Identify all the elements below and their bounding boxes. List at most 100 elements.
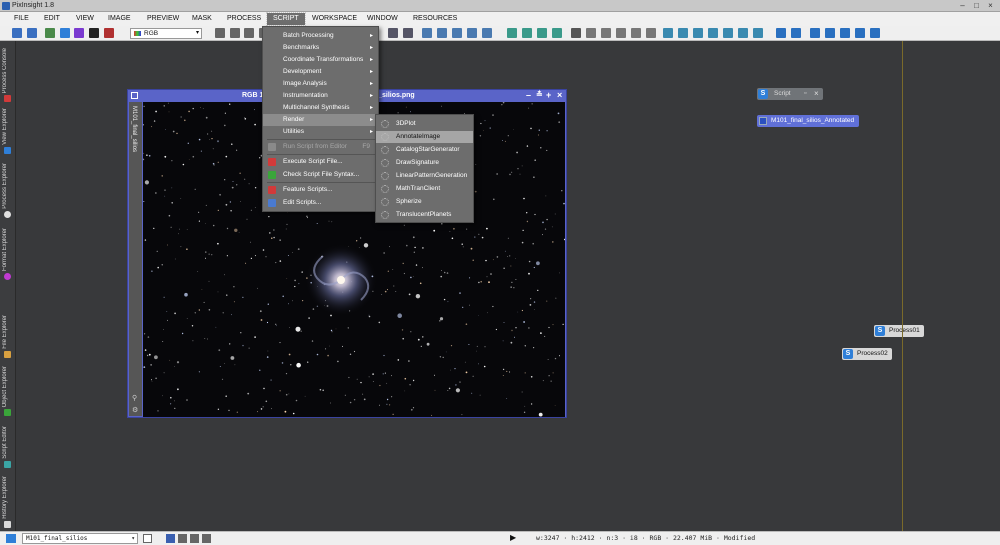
stf-bool-icon[interactable]	[646, 28, 656, 38]
readout-plot-icon[interactable]	[738, 28, 748, 38]
tab-file-explorer[interactable]: File Explorer	[0, 309, 16, 359]
window-menu-icon[interactable]	[131, 92, 138, 99]
menu-edit[interactable]: EDIT	[38, 13, 66, 25]
stf-auto-icon[interactable]	[586, 28, 596, 38]
mask-invert-icon[interactable]	[537, 28, 547, 38]
preview-delete-icon[interactable]	[482, 28, 492, 38]
workspace-4-icon[interactable]	[825, 28, 835, 38]
clone-image-icon[interactable]	[74, 28, 84, 38]
redo-icon[interactable]	[27, 28, 37, 38]
maximize-icon[interactable]: □	[972, 1, 981, 10]
new-preview-icon[interactable]	[422, 28, 432, 38]
menu-annotateimage[interactable]: AnnotateImage	[376, 131, 473, 143]
zoom-in-icon[interactable]	[388, 28, 398, 38]
script-window-icon[interactable]: S Script ▫ ×	[757, 88, 823, 100]
stf-reset-icon[interactable]	[616, 28, 626, 38]
stf-edit-icon[interactable]	[631, 28, 641, 38]
preview-select-icon[interactable]	[467, 28, 477, 38]
tab-object-explorer[interactable]: Object Explorer	[0, 361, 16, 417]
stf-link-icon[interactable]	[571, 28, 581, 38]
mode-2-icon[interactable]	[178, 534, 187, 543]
process02-icon[interactable]: S Process02	[842, 348, 892, 360]
close-icon[interactable]: ×	[557, 90, 562, 100]
menu-benchmarks[interactable]: Benchmarks ▸	[263, 42, 378, 54]
menu-multichannel-synthesis[interactable]: Multichannel Synthesis ▸	[263, 102, 378, 114]
zoom-out-icon[interactable]	[403, 28, 413, 38]
menu-linearpatterngeneration[interactable]: LinearPatternGeneration	[376, 170, 473, 182]
link-icon[interactable]: ⚙	[132, 406, 138, 414]
mask-show-icon[interactable]	[522, 28, 532, 38]
annotated-view-icon[interactable]: M101_final_silios_Annotated	[757, 115, 859, 127]
workspace-1-icon[interactable]	[776, 28, 786, 38]
tab-view-explorer[interactable]: View Explorer	[0, 105, 16, 155]
tab-format-explorer[interactable]: Format Explorer	[0, 221, 16, 281]
menu-translucentplanets[interactable]: TranslucentPlanets	[376, 209, 473, 221]
restore-icon[interactable]: ▫	[804, 88, 806, 100]
menu-catalogstargenerator[interactable]: CatalogStarGenerator	[376, 144, 473, 156]
shade-icon[interactable]: ≛	[536, 90, 543, 99]
undo-all-icon[interactable]	[45, 28, 55, 38]
menu-workspace[interactable]: WORKSPACE	[306, 13, 363, 25]
menu-image-analysis[interactable]: Image Analysis ▸	[263, 78, 378, 90]
menu-script[interactable]: SCRIPT	[266, 12, 306, 26]
undo-icon[interactable]	[12, 28, 22, 38]
lock-icon[interactable]: ⚲	[132, 394, 137, 402]
workspace-6-icon[interactable]	[855, 28, 865, 38]
readout-data-icon[interactable]	[678, 28, 688, 38]
edit-preview-icon[interactable]	[452, 28, 462, 38]
tab-process-explorer[interactable]: Process Explorer	[0, 157, 16, 219]
menu-window[interactable]: WINDOW	[361, 13, 404, 25]
mask-enable-icon[interactable]	[552, 28, 562, 38]
menu-process[interactable]: PROCESS	[221, 13, 267, 25]
menu-mask[interactable]: MASK	[186, 13, 218, 25]
tab-script-editor[interactable]: Script Editor	[0, 421, 16, 469]
menu-file[interactable]: FILE	[8, 13, 35, 25]
readout-stats-icon[interactable]	[723, 28, 733, 38]
menu-resources[interactable]: RESOURCES	[407, 13, 463, 25]
menu-spherize[interactable]: Spherize	[376, 196, 473, 208]
menu-preview[interactable]: PREVIEW	[141, 13, 185, 25]
preview-icon[interactable]	[437, 28, 447, 38]
menu-edit-scripts[interactable]: Edit Scripts...	[263, 197, 378, 209]
channel-icon[interactable]	[104, 28, 114, 38]
rgb-channel-icon[interactable]	[89, 28, 99, 38]
menu-check-script-file-syntax[interactable]: Check Script File Syntax...	[263, 169, 378, 181]
tab-history-explorer[interactable]: History Explorer	[0, 471, 16, 529]
readout-icon[interactable]	[663, 28, 673, 38]
menu-utilities[interactable]: Utilities ▸	[263, 126, 378, 138]
menu-batch-processing[interactable]: Batch Processing ▸	[263, 30, 378, 42]
readout-export-icon[interactable]	[753, 28, 763, 38]
menu-instrumentation[interactable]: Instrumentation ▸	[263, 90, 378, 102]
workspace-2-icon[interactable]	[791, 28, 801, 38]
menu-feature-scripts[interactable]: Feature Scripts...	[263, 184, 378, 196]
maximize-icon[interactable]: +	[546, 90, 551, 100]
stf-icon[interactable]	[601, 28, 611, 38]
readout-options-icon[interactable]	[708, 28, 718, 38]
tab-process-console[interactable]: Process Console	[0, 43, 16, 103]
close-icon[interactable]: ×	[986, 1, 995, 10]
new-image-icon[interactable]	[60, 28, 70, 38]
minimize-icon[interactable]: –	[526, 90, 531, 100]
channel-select[interactable]: RGB ▾	[130, 28, 202, 39]
menu-drawsignature[interactable]: DrawSignature	[376, 157, 473, 169]
workspace-3-icon[interactable]	[810, 28, 820, 38]
mode-3-icon[interactable]	[190, 534, 199, 543]
pan-icon[interactable]	[215, 28, 225, 38]
play-icon[interactable]: ▶	[510, 533, 516, 542]
menu-mathtranclient[interactable]: MathTranClient	[376, 183, 473, 195]
minimize-icon[interactable]: –	[958, 1, 967, 10]
menu-image[interactable]: IMAGE	[102, 13, 137, 25]
menu-run-script-from-editor[interactable]: Run Script from Editor F9	[263, 141, 378, 153]
readout-preview-icon[interactable]	[693, 28, 703, 38]
menu-render[interactable]: Render ▸	[263, 114, 378, 126]
menu-development[interactable]: Development ▸	[263, 66, 378, 78]
fit-view-icon[interactable]	[230, 28, 240, 38]
process01-icon[interactable]: S Process01	[874, 325, 924, 337]
mask-icon[interactable]	[507, 28, 517, 38]
close-icon[interactable]: ×	[814, 88, 819, 100]
view-select[interactable]: M101_final_silios ▾	[22, 533, 138, 544]
menu-3dplot[interactable]: 3DPlot	[376, 118, 473, 130]
workspace-7-icon[interactable]	[870, 28, 880, 38]
workspace-5-icon[interactable]	[840, 28, 850, 38]
preview-mode-icon[interactable]	[166, 534, 175, 543]
